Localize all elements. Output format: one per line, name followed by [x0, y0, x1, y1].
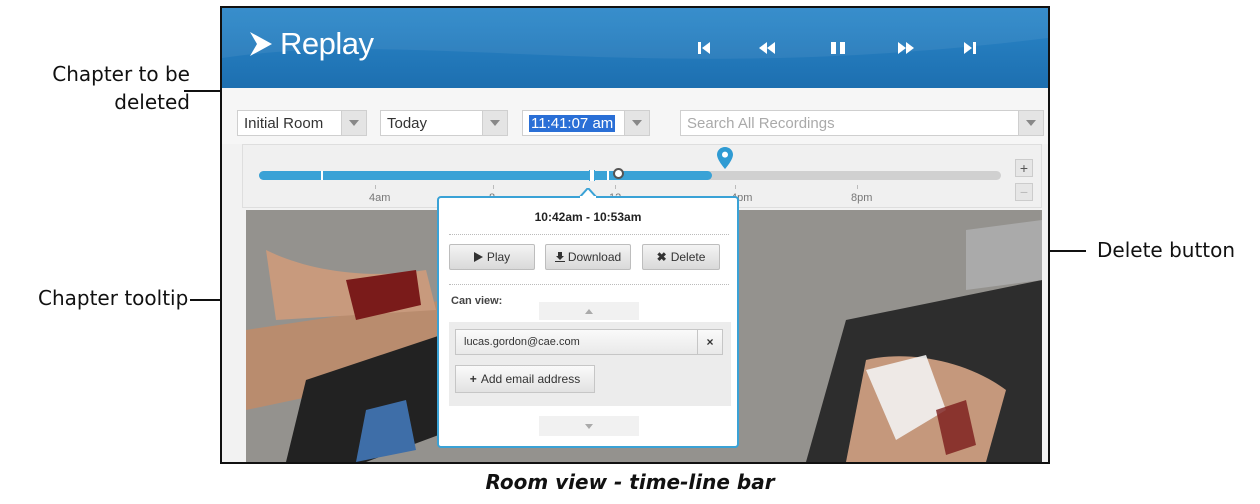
replay-chevron-icon: [250, 32, 272, 56]
fast-forward-icon: [898, 42, 914, 54]
recorded-range[interactable]: [259, 171, 712, 180]
play-button-label: Play: [486, 250, 511, 264]
search-placeholder: Search All Recordings: [687, 115, 835, 132]
download-button[interactable]: Download: [545, 244, 631, 270]
chapter-marker[interactable]: [607, 171, 609, 180]
close-icon: ✖: [656, 250, 667, 264]
app-window: Replay Initial Room Today 11:41:07 am Se…: [220, 6, 1050, 464]
playhead-handle[interactable]: [613, 168, 624, 179]
chevron-down-icon: [585, 423, 593, 429]
add-email-label: Add email address: [480, 372, 581, 386]
app-title: Replay: [280, 26, 374, 61]
room-select-value: Initial Room: [244, 115, 324, 132]
callout-delete-button: Delete button: [1097, 238, 1236, 262]
filter-toolbar: Initial Room Today 11:41:07 am Search Al…: [222, 88, 1048, 144]
delete-button[interactable]: ✖ Delete: [642, 244, 720, 270]
divider: [449, 234, 729, 235]
chevron-up-icon: [585, 308, 593, 314]
time-select-value: 11:41:07 am: [529, 115, 616, 132]
callout-chapter-to-delete: Chapter to be deleted: [30, 60, 190, 116]
fast-forward-button[interactable]: [896, 38, 916, 58]
email-list-item: lucas.gordon@cae.com ×: [455, 329, 723, 355]
skip-start-icon: [698, 42, 710, 54]
timeline-track[interactable]: [259, 168, 1001, 181]
figure-caption: Room view - time-line bar: [485, 470, 775, 494]
skip-end-icon: [964, 42, 976, 54]
pause-icon: [831, 42, 845, 54]
rewind-icon: [759, 42, 775, 54]
plus-icon: +: [469, 372, 477, 386]
scroll-up-button[interactable]: [539, 302, 639, 320]
search-input[interactable]: Search All Recordings: [680, 110, 1044, 136]
date-select-value: Today: [387, 115, 428, 132]
tooltip-pointer: [579, 188, 597, 198]
zoom-in-button[interactable]: +: [1015, 159, 1033, 177]
divider: [449, 284, 729, 285]
chapter-tooltip: 10:42am - 10:53am Play Download ✖ Delete…: [437, 188, 739, 448]
room-select[interactable]: Initial Room: [237, 110, 367, 136]
download-button-label: Download: [567, 250, 622, 264]
app-header: Replay: [222, 8, 1048, 88]
scroll-down-button[interactable]: [539, 416, 639, 436]
time-select[interactable]: 11:41:07 am: [522, 110, 650, 136]
can-view-label: Can view:: [451, 295, 503, 307]
add-email-button[interactable]: + Add email address: [455, 365, 595, 393]
callout-chapter-tooltip: Chapter tooltip: [38, 286, 189, 310]
rewind-button[interactable]: [757, 38, 777, 58]
chapter-time-range: 10:42am - 10:53am: [534, 210, 642, 224]
chapter-marker[interactable]: [321, 171, 323, 180]
play-button[interactable]: Play: [449, 244, 535, 270]
skip-to-end-button[interactable]: [960, 38, 980, 58]
chevron-down-icon[interactable]: [482, 111, 507, 135]
callout-line-2: deleted: [114, 90, 190, 114]
tick-label-8pm: 8pm: [851, 192, 873, 204]
delete-button-label: Delete: [670, 250, 706, 264]
zoom-out-button[interactable]: −: [1015, 183, 1033, 201]
play-icon: [473, 252, 483, 262]
tick-label-4am: 4am: [369, 192, 391, 204]
email-address: lucas.gordon@cae.com: [464, 336, 580, 348]
location-pin-icon[interactable]: [717, 147, 733, 169]
chevron-down-icon[interactable]: [1018, 111, 1043, 135]
remove-email-button[interactable]: ×: [697, 330, 722, 354]
app-logo: Replay: [248, 26, 374, 62]
skip-to-start-button[interactable]: [694, 38, 714, 58]
date-select[interactable]: Today: [380, 110, 508, 136]
chevron-down-icon[interactable]: [341, 111, 366, 135]
pause-button[interactable]: [828, 38, 848, 58]
callout-line-1: Chapter to be: [52, 62, 190, 86]
download-icon: [554, 252, 565, 262]
chapter-to-delete-marker[interactable]: [589, 170, 595, 181]
chevron-down-icon[interactable]: [624, 111, 649, 135]
